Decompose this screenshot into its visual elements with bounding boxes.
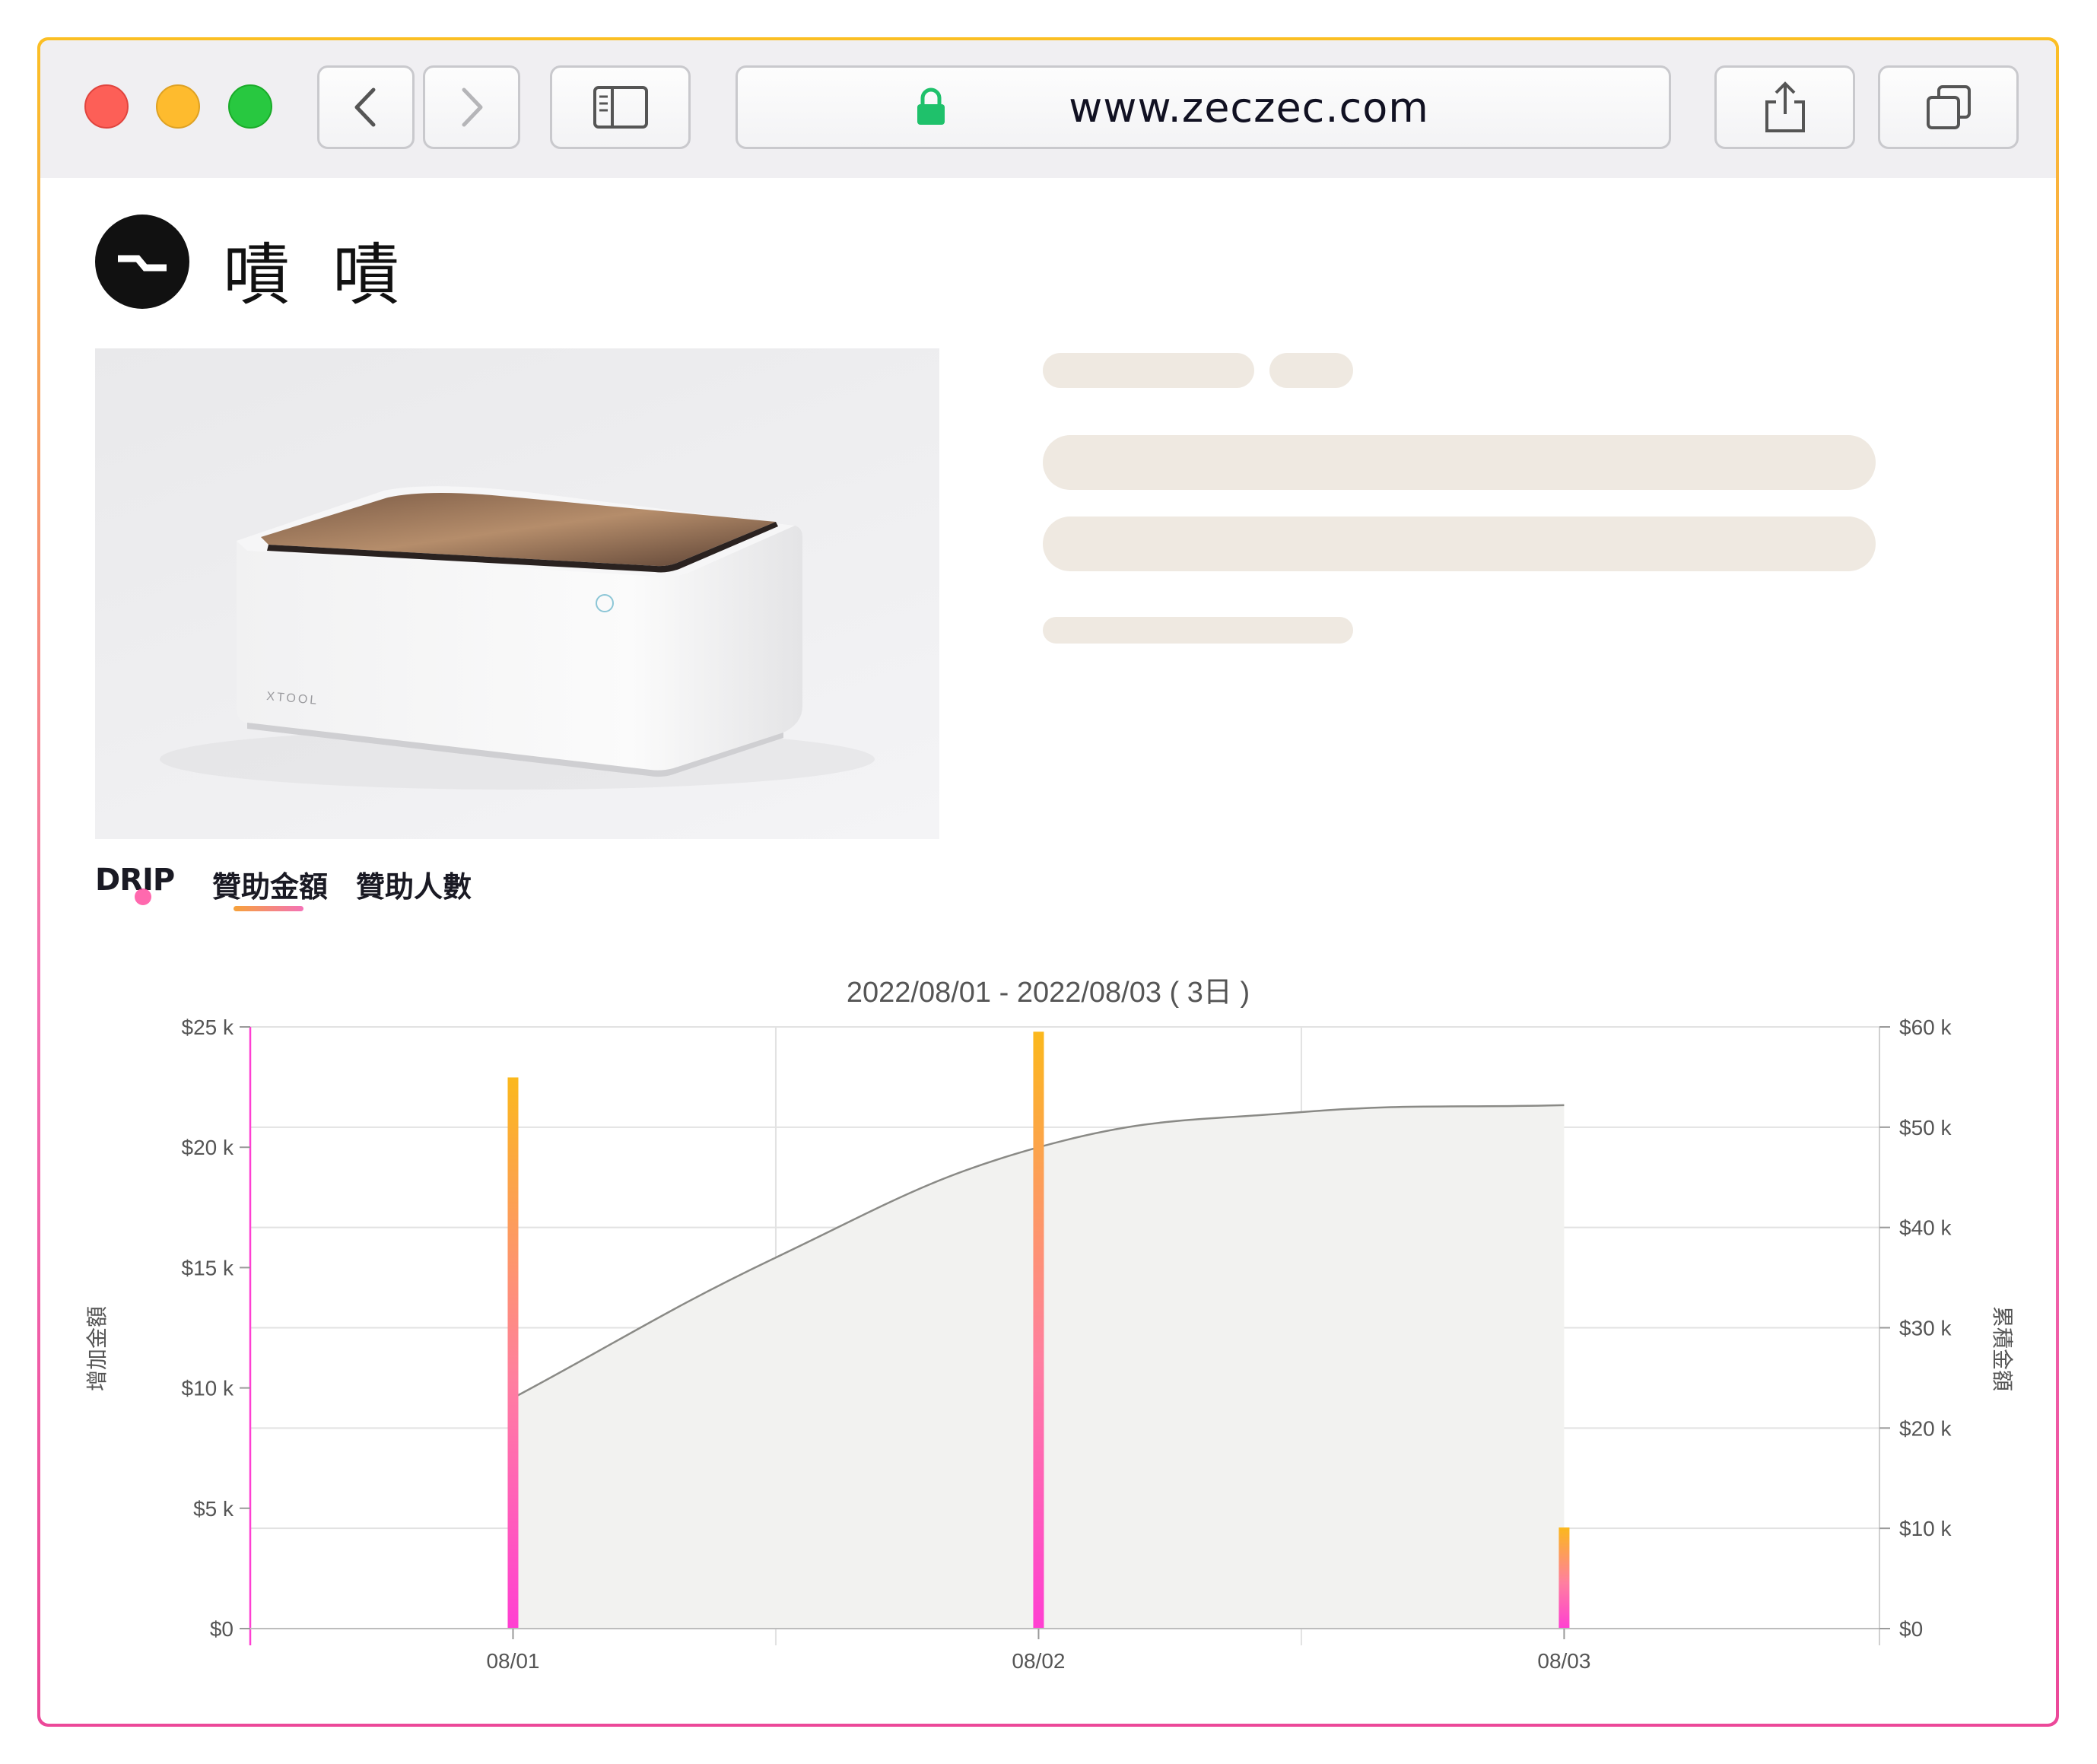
address-bar[interactable]: www.zeczec.com bbox=[736, 65, 1671, 149]
y2-tick-label: $50 k bbox=[1899, 1116, 1952, 1139]
x-tick-label: 08/01 bbox=[486, 1649, 539, 1673]
y-tick-label: $25 k bbox=[182, 1015, 234, 1039]
y-tick-label: $20 k bbox=[182, 1136, 234, 1159]
y2-tick-label: $0 bbox=[1899, 1617, 1923, 1641]
y2-tick-label: $40 k bbox=[1899, 1216, 1952, 1240]
y2-tick-label: $20 k bbox=[1899, 1416, 1952, 1440]
placeholder-subtitle bbox=[1043, 617, 1353, 644]
tab-sponsor-count[interactable]: 贊助人數 bbox=[356, 863, 472, 905]
share-icon bbox=[1765, 81, 1805, 132]
bar-08-03 bbox=[1558, 1527, 1570, 1629]
y-axis-label: 增加金額 bbox=[85, 1306, 109, 1391]
bar-08-01 bbox=[507, 1077, 519, 1629]
y2-tick-label: $30 k bbox=[1899, 1317, 1952, 1340]
sidebar-button[interactable] bbox=[550, 65, 691, 149]
forward-button[interactable] bbox=[423, 65, 520, 149]
tabs-icon bbox=[1926, 85, 1971, 129]
y-tick-label: $5 k bbox=[193, 1497, 234, 1521]
placeholder-title bbox=[1043, 516, 1876, 571]
drip-logo-dot bbox=[135, 888, 151, 905]
placeholder-title bbox=[1043, 435, 1876, 490]
y-tick-label: $0 bbox=[210, 1617, 234, 1641]
y2-axis-label: 累積金額 bbox=[1991, 1306, 2014, 1391]
tab-sponsor-amount[interactable]: 贊助金額 bbox=[212, 863, 328, 905]
sidebar-icon bbox=[593, 86, 648, 129]
forward-icon bbox=[462, 87, 483, 127]
funding-chart: $0 $5 k $10 k $15 k $20 k $25 k $0 $10 k $20 k $3… bbox=[85, 1015, 2014, 1673]
placeholder-tag bbox=[1269, 353, 1353, 388]
y2-tick-label: $60 k bbox=[1899, 1015, 1952, 1039]
url-text: www.zeczec.com bbox=[1069, 83, 1429, 132]
placeholder-tag bbox=[1043, 353, 1254, 388]
y2-tick-label: $10 k bbox=[1899, 1517, 1952, 1540]
browser-frame: www.zeczec.com 嘖 嘖 XTOOL DRIP 贊助金額 贊助人數 … bbox=[37, 37, 2059, 1727]
zeczec-logo-icon[interactable] bbox=[95, 215, 189, 309]
minimize-window-button[interactable] bbox=[156, 84, 200, 129]
close-window-button[interactable] bbox=[84, 84, 129, 129]
y-tick-label: $10 k bbox=[182, 1377, 234, 1400]
brand-name[interactable]: 嘖 嘖 bbox=[223, 221, 410, 318]
active-tab-indicator bbox=[234, 906, 303, 911]
y-tick-label: $15 k bbox=[182, 1256, 234, 1279]
share-button[interactable] bbox=[1714, 65, 1855, 149]
tabs-button[interactable] bbox=[1878, 65, 2019, 149]
bar-08-02 bbox=[1033, 1031, 1044, 1629]
back-button[interactable] bbox=[317, 65, 415, 149]
back-icon bbox=[354, 87, 376, 127]
product-image[interactable]: XTOOL bbox=[95, 348, 939, 839]
maximize-window-button[interactable] bbox=[228, 84, 272, 129]
x-tick-label: 08/02 bbox=[1012, 1649, 1065, 1673]
lock-icon bbox=[917, 87, 945, 125]
browser-toolbar: www.zeczec.com bbox=[40, 40, 2056, 178]
x-tick-label: 08/03 bbox=[1537, 1649, 1590, 1673]
browser-window: www.zeczec.com 嘖 嘖 XTOOL DRIP 贊助金額 贊助人數 … bbox=[40, 40, 2056, 1724]
drip-logo: DRIP bbox=[95, 863, 175, 898]
laser-engraver-illustration: XTOOL bbox=[160, 486, 875, 790]
